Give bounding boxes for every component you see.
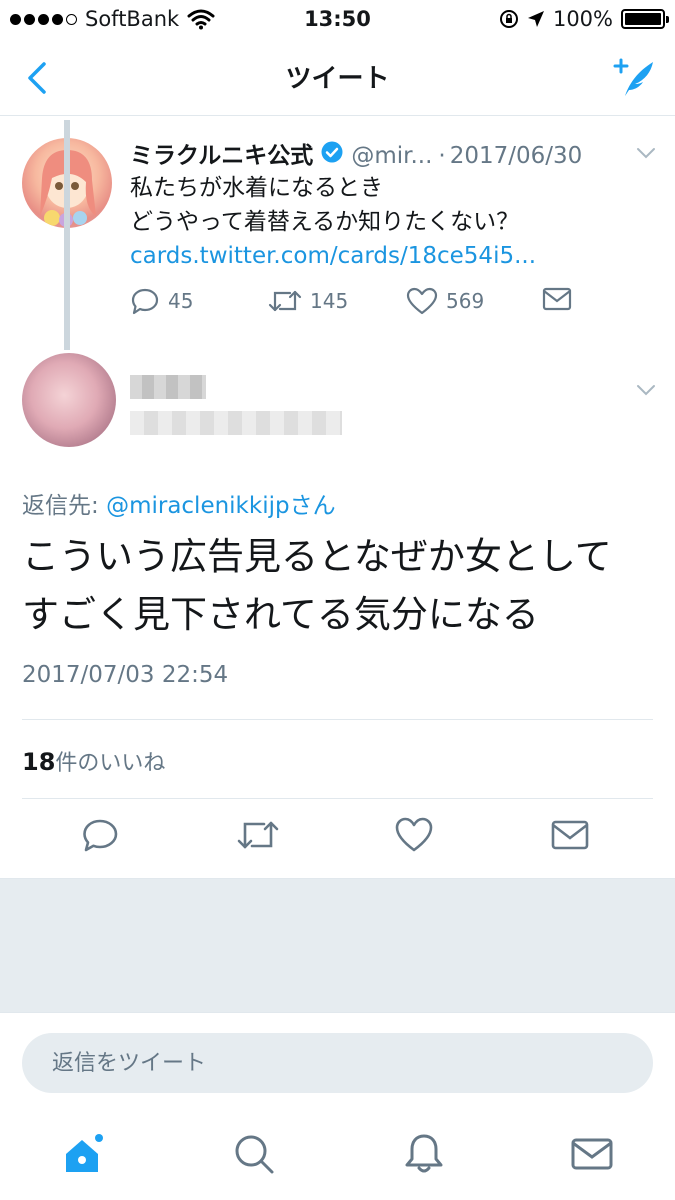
tweet-text: 私たちが水着になるとき どうやって着替えるか知りたくない？ cards.twit… [130,171,536,273]
chevron-down-icon[interactable] [636,383,656,397]
tweet-date: 2017/06/30 [449,143,583,169]
nav-bar: ツイート [0,40,675,116]
dm-button[interactable] [542,286,572,312]
tweet-link[interactable]: cards.twitter.com/cards/18ce54i5... [130,239,536,273]
tweet-header: ミラクルニキ公式 @mir... · 2017/06/30 [130,136,655,170]
retweet-icon [268,290,302,312]
reply-count: 45 [168,289,194,313]
like-button[interactable]: 569 [406,286,484,316]
heart-icon[interactable] [394,815,434,855]
reply-tweet-header [0,345,675,455]
tweet-text-line: すごく見下されてる気分になる [22,593,539,636]
bell-icon[interactable] [402,1132,446,1176]
tweet-text-line: 私たちが水着になるとき [130,175,383,201]
original-tweet[interactable]: ミラクルニキ公式 @mir... · 2017/06/30 私たちが水着になると… [0,116,675,336]
home-icon[interactable] [62,1132,106,1176]
tweet-text: こういう広告見るとなぜか女として すごく見下されてる気分になる [22,528,662,644]
thread-line [64,120,70,350]
user-name-blurred [130,375,206,399]
reply-button[interactable]: 45 [130,286,193,316]
envelope-icon[interactable] [550,815,590,855]
tweet-text-line: どうやって着替えるか知りたくない？ [130,209,520,235]
tweet-timestamp: 2017/07/03 22:54 [22,662,229,688]
divider [22,719,653,720]
retweet-icon[interactable] [236,815,280,855]
tab-bar [0,1120,675,1200]
divider [22,798,653,799]
reply-to-mention[interactable]: @miraclenikkijpさん [106,493,336,519]
tweet-actions: 45 145 569 [130,286,580,322]
retweet-count: 145 [310,289,349,313]
separator-dot: · [438,143,446,169]
user-handle[interactable]: @mir... [351,143,432,169]
battery-icon [621,9,669,29]
heart-icon [406,287,438,315]
page-title: ツイート [285,64,390,94]
envelope-icon[interactable] [570,1132,614,1176]
like-summary[interactable]: 18件のいいね [22,745,165,777]
chevron-down-icon[interactable] [636,146,656,160]
reply-icon [131,288,159,315]
search-icon[interactable] [232,1132,276,1176]
compose-quill-icon[interactable] [611,54,657,100]
location-arrow-icon [527,11,544,27]
user-handle-blurred [130,411,342,435]
like-summary-label: 件のいいね [55,751,166,776]
reply-icon[interactable] [80,815,120,855]
like-summary-count: 18 [22,748,56,776]
retweet-button[interactable]: 145 [268,286,348,316]
user-name[interactable]: ミラクルニキ公式 [130,136,313,170]
status-right: 100% [499,7,669,31]
detail-actions [0,815,675,865]
like-count: 569 [446,289,485,313]
verified-badge-icon [321,141,343,163]
battery-percent: 100% [552,7,613,31]
reply-to-line: 返信先: @miraclenikkijpさん [22,486,336,520]
empty-replies-area [0,878,675,1012]
tweet-text-line: こういう広告見るとなぜか女として [22,535,612,578]
reply-to-label: 返信先: [22,493,107,519]
reply-input[interactable] [22,1033,653,1093]
orientation-lock-icon [499,10,518,28]
envelope-icon [542,287,572,311]
avatar[interactable] [22,353,116,447]
status-bar: SoftBank 13:50 100% [0,0,675,40]
